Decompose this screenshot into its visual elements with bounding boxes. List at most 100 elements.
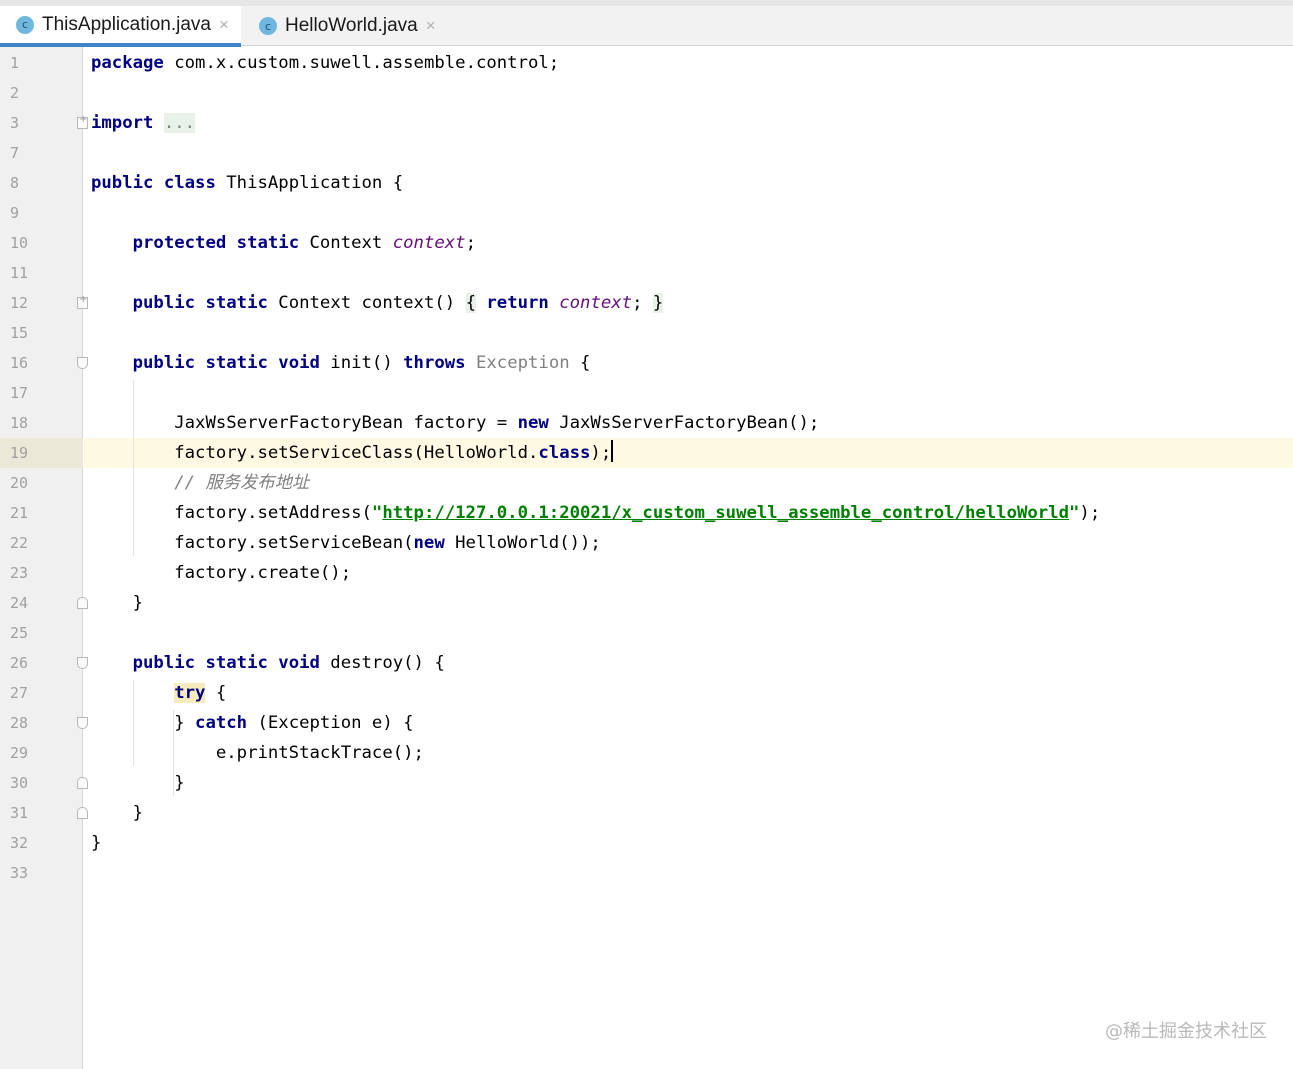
code-token: ); bbox=[590, 443, 612, 463]
code-line[interactable] bbox=[91, 618, 1281, 648]
code-line[interactable]: } bbox=[91, 588, 1281, 618]
code-line[interactable]: public static Context context() { return… bbox=[91, 288, 1281, 318]
code-line[interactable] bbox=[91, 858, 1281, 888]
code-token: try bbox=[174, 683, 206, 703]
line-number: 16 bbox=[10, 354, 29, 372]
code-token: public static void bbox=[132, 653, 320, 673]
code-token: import bbox=[91, 113, 154, 133]
code-line[interactable]: import ... bbox=[91, 108, 1281, 138]
code-line[interactable]: } bbox=[91, 768, 1281, 798]
tab-hello-world[interactable]: c HelloWorld.java × bbox=[243, 6, 453, 46]
code-token: ... bbox=[163, 113, 196, 133]
line-number: 31 bbox=[10, 804, 29, 822]
code-token: } bbox=[91, 713, 196, 733]
code-token: { bbox=[205, 683, 227, 703]
code-line[interactable]: factory.setServiceClass(HelloWorld.class… bbox=[91, 438, 1281, 468]
line-number: 17 bbox=[10, 384, 29, 402]
code-token: throws bbox=[403, 353, 466, 373]
code-token: context bbox=[392, 233, 466, 253]
code-line[interactable]: public class ThisApplication { bbox=[91, 168, 1281, 198]
code-line[interactable] bbox=[91, 78, 1281, 108]
fold-expand-icon[interactable] bbox=[77, 114, 88, 129]
fold-expand-icon[interactable] bbox=[77, 294, 88, 309]
code-line[interactable]: protected static Context context; bbox=[91, 228, 1281, 258]
tab-this-application[interactable]: c ThisApplication.java × bbox=[0, 6, 241, 47]
code-token: com.x.custom.suwell.assemble.control; bbox=[163, 53, 560, 73]
line-number: 30 bbox=[10, 774, 29, 792]
fold-collapse-icon[interactable] bbox=[77, 357, 88, 369]
line-number: 21 bbox=[10, 504, 29, 522]
indent-guide bbox=[133, 380, 134, 556]
code-token: factory.setServiceClass(HelloWorld. bbox=[91, 443, 539, 463]
code-token: destroy() { bbox=[319, 653, 445, 673]
code-token: (Exception e) { bbox=[247, 713, 414, 733]
code-line[interactable]: JaxWsServerFactoryBean factory = new Jax… bbox=[91, 408, 1281, 438]
close-tab-icon[interactable]: × bbox=[426, 16, 436, 36]
code-token: } bbox=[91, 773, 185, 793]
line-number: 9 bbox=[10, 204, 20, 222]
code-token: init() bbox=[319, 353, 404, 373]
line-number: 1 bbox=[10, 54, 20, 72]
code-token: public static bbox=[132, 293, 268, 313]
line-number: 12 bbox=[10, 294, 29, 312]
editor-tab-bar: c ThisApplication.java × c HelloWorld.ja… bbox=[0, 0, 1293, 47]
tab-label: HelloWorld.java bbox=[285, 15, 418, 36]
line-number: 27 bbox=[10, 684, 29, 702]
code-line[interactable]: } bbox=[91, 828, 1281, 858]
code-token: } bbox=[91, 833, 102, 853]
code-token: ); bbox=[1079, 503, 1101, 523]
code-line[interactable] bbox=[91, 318, 1281, 348]
code-line[interactable] bbox=[91, 378, 1281, 408]
code-line[interactable] bbox=[91, 258, 1281, 288]
line-number: 2 bbox=[10, 84, 20, 102]
tab-label: ThisApplication.java bbox=[42, 13, 211, 35]
code-line[interactable] bbox=[91, 138, 1281, 168]
line-number: 26 bbox=[10, 654, 29, 672]
fold-collapse-icon[interactable] bbox=[77, 717, 88, 729]
code-line[interactable] bbox=[91, 198, 1281, 228]
code-token: } bbox=[91, 803, 144, 823]
line-number: 20 bbox=[10, 474, 29, 492]
code-line[interactable]: // 服务发布地址 bbox=[91, 468, 1281, 498]
line-number: 25 bbox=[10, 624, 29, 642]
code-token: http://127.0.0.1:20021/x_custom_suwell_a… bbox=[382, 503, 1070, 523]
line-number: 11 bbox=[10, 264, 29, 282]
code-line[interactable]: public static void destroy() { bbox=[91, 648, 1281, 678]
code-token: " bbox=[371, 503, 383, 523]
code-token: { bbox=[569, 353, 591, 373]
code-token: protected static bbox=[132, 233, 300, 253]
code-token: factory.setServiceBean( bbox=[91, 533, 414, 553]
close-tab-icon[interactable]: × bbox=[219, 15, 229, 35]
code-token: } bbox=[91, 593, 144, 613]
code-line[interactable]: factory.setAddress("http://127.0.0.1:200… bbox=[91, 498, 1281, 528]
code-token: ThisApplication { bbox=[215, 173, 404, 193]
line-number: 33 bbox=[10, 864, 29, 882]
code-token: package bbox=[91, 53, 164, 73]
code-line[interactable]: public static void init() throws Excepti… bbox=[91, 348, 1281, 378]
fold-collapse-icon[interactable] bbox=[77, 597, 88, 609]
code-line[interactable]: try { bbox=[91, 678, 1281, 708]
code-line[interactable]: factory.create(); bbox=[91, 558, 1281, 588]
fold-collapse-icon[interactable] bbox=[77, 657, 88, 669]
java-class-icon: c bbox=[16, 15, 34, 34]
code-line[interactable]: } catch (Exception e) { bbox=[91, 708, 1281, 738]
code-token: " bbox=[1069, 503, 1080, 523]
java-class-icon: c bbox=[259, 17, 277, 35]
code-token: new bbox=[413, 533, 445, 553]
line-number: 8 bbox=[10, 174, 20, 192]
code-line[interactable]: e.printStackTrace(); bbox=[91, 738, 1281, 768]
fold-collapse-icon[interactable] bbox=[77, 777, 88, 789]
code-line[interactable]: } bbox=[91, 798, 1281, 828]
fold-collapse-icon[interactable] bbox=[77, 807, 88, 819]
code-token: public static void bbox=[132, 353, 320, 373]
code-line[interactable]: factory.setServiceBean(new HelloWorld())… bbox=[91, 528, 1281, 558]
code-line[interactable]: package com.x.custom.suwell.assemble.con… bbox=[91, 48, 1281, 78]
line-number: 24 bbox=[10, 594, 29, 612]
